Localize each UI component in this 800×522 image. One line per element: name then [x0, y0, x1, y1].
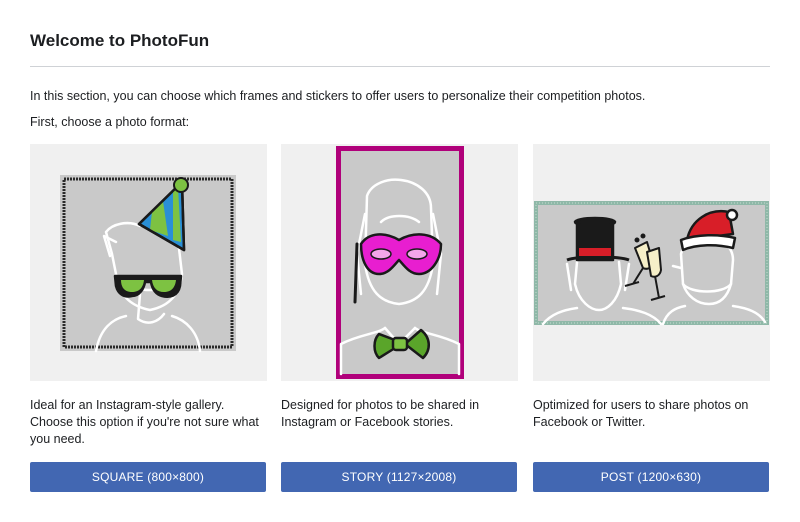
select-story-button[interactable]: STORY (1127×2008) — [281, 462, 517, 492]
title-divider — [30, 66, 770, 67]
select-square-button[interactable]: SQUARE (800×800) — [30, 462, 266, 492]
story-description: Designed for photos to be shared in Inst… — [281, 398, 480, 429]
dialog-title: Welcome to PhotoFun — [30, 31, 210, 50]
square-preview-image[interactable] — [30, 144, 267, 381]
intro-text: In this section, you can choose which fr… — [30, 89, 646, 103]
select-post-button[interactable]: POST (1200×630) — [533, 462, 769, 492]
format-card-square: Ideal for an Instagram-style gallery. Ch… — [30, 144, 267, 492]
square-description: Ideal for an Instagram-style gallery. Ch… — [30, 398, 259, 446]
format-card-post: Optimized for users to share photos on F… — [533, 144, 770, 492]
square-preview-illustration — [60, 175, 236, 353]
story-preview-image[interactable] — [281, 144, 518, 381]
post-description: Optimized for users to share photos on F… — [533, 398, 749, 429]
post-preview-image[interactable] — [533, 144, 770, 381]
story-preview-illustration — [336, 146, 464, 379]
photofun-welcome-dialog: Welcome to PhotoFun In this section, you… — [0, 0, 800, 522]
post-preview-illustration — [534, 201, 769, 326]
format-prompt: First, choose a photo format: — [30, 115, 190, 129]
format-card-story: Designed for photos to be shared in Inst… — [281, 144, 518, 492]
